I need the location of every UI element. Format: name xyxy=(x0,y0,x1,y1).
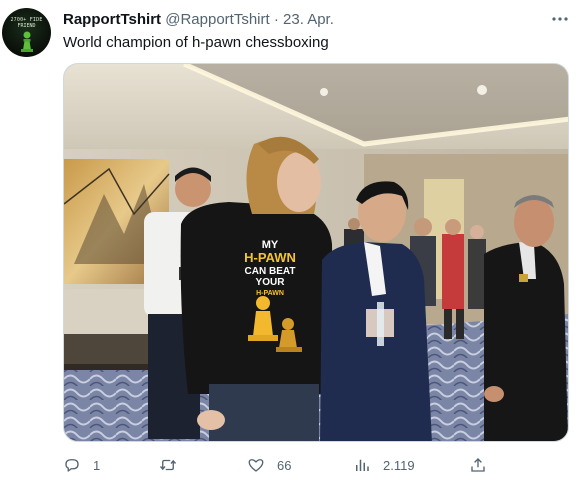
tweet[interactable]: 2700+ FIDE FRIEND RapportTshirt @Rapport… xyxy=(0,0,581,480)
share-icon xyxy=(471,458,485,472)
avatar-text-bottom: FRIEND xyxy=(17,23,36,29)
tweet-text: World champion of h-pawn chessboxing xyxy=(63,34,329,51)
author-handle[interactable]: @RapportTshirt xyxy=(165,11,269,28)
reply-count: 1 xyxy=(93,457,101,473)
views-button[interactable]: 2.119 xyxy=(353,455,415,475)
tweet-photo[interactable]: MY H-PAWN CAN BEAT YOUR H-PAWN xyxy=(63,63,569,442)
tweet-header: RapportTshirt @RapportTshirt · 23. Apr. xyxy=(63,10,334,29)
shirt-line-2: H-PAWN xyxy=(244,250,296,265)
chess-pawn-icon xyxy=(21,31,33,52)
tweet-date[interactable]: 23. Apr. xyxy=(283,11,334,28)
shirt-line-4: YOUR xyxy=(256,277,286,288)
photo-illustration: MY H-PAWN CAN BEAT YOUR H-PAWN xyxy=(64,64,568,441)
like-icon xyxy=(248,459,264,472)
reply-button[interactable]: 1 xyxy=(63,455,100,475)
shirt-line-5: H-PAWN xyxy=(256,290,284,297)
more-icon[interactable] xyxy=(549,9,571,29)
views-count: 2.119 xyxy=(383,457,415,473)
tweet-actions: 1 66 2.119 xyxy=(63,455,493,475)
avatar[interactable]: 2700+ FIDE FRIEND xyxy=(2,8,51,57)
reply-icon xyxy=(65,459,79,472)
shirt-line-3: CAN BEAT xyxy=(245,266,296,277)
retweet-button[interactable] xyxy=(159,455,189,475)
retweet-icon xyxy=(159,459,177,471)
like-button[interactable]: 66 xyxy=(247,455,291,475)
separator: · xyxy=(273,11,279,28)
author-name[interactable]: RapportTshirt xyxy=(63,11,161,28)
like-count: 66 xyxy=(277,457,292,473)
views-icon xyxy=(356,459,369,471)
share-button[interactable] xyxy=(469,455,487,475)
